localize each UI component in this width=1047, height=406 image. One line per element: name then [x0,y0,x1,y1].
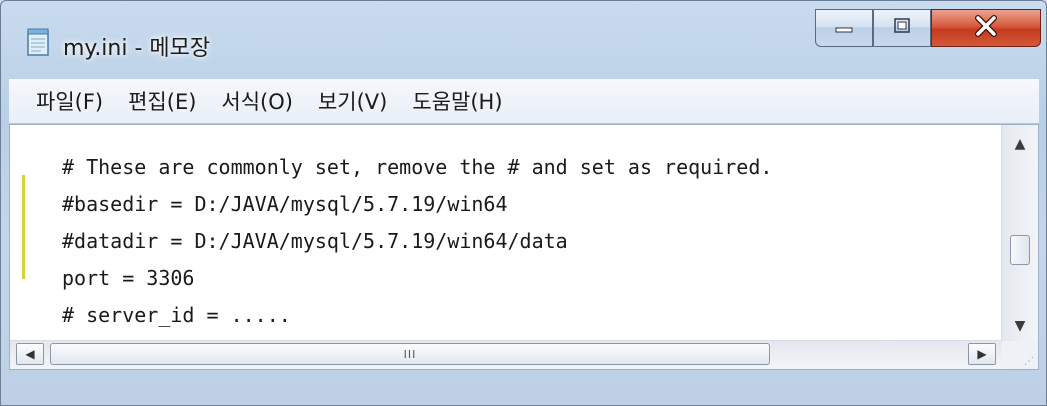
horizontal-scroll-thumb[interactable]: III [50,343,770,365]
text-line: port = 3306 [62,266,195,290]
text-line: #datadir = D:/JAVA/mysql/5.7.19/win64/da… [62,229,568,253]
window-title: my.ini - 메모장 [63,36,211,61]
notepad-window: my.ini - 메모장 파일(F) 편집(E) 서식(O) 보기(V) 도움말… [0,0,1047,406]
menu-bar: 파일(F) 편집(E) 서식(O) 보기(V) 도움말(H) [9,79,1039,124]
minimize-icon [834,19,854,38]
title-bar[interactable]: my.ini - 메모장 [1,1,1046,91]
text-line: # These are commonly set, remove the # a… [62,155,773,179]
menu-help[interactable]: 도움말(H) [411,86,503,116]
menu-edit[interactable]: 편집(E) [127,86,197,116]
scroll-down-icon[interactable]: ▼ [1002,311,1038,341]
caption-buttons [815,9,1041,47]
thumb-grip: III [403,347,417,361]
text-area[interactable]: # These are commonly set, remove the # a… [10,125,1002,345]
scroll-up-icon[interactable]: ▲ [1002,129,1038,159]
notepad-icon[interactable] [26,27,50,57]
maximize-icon [892,17,912,39]
minimize-button[interactable] [815,9,873,47]
horizontal-scrollbar[interactable]: ◀ III ▶ [10,340,1002,369]
close-icon [973,15,999,41]
text-line: # server_id = ..... [62,303,291,327]
close-button[interactable] [931,9,1041,47]
scroll-left-icon[interactable]: ◀ [16,343,44,365]
maximize-button[interactable] [873,9,931,47]
text-line: #basedir = D:/JAVA/mysql/5.7.19/win64 [62,192,508,216]
text-editor[interactable]: # These are commonly set, remove the # a… [9,124,1039,370]
menu-view[interactable]: 보기(V) [317,86,388,116]
vertical-scroll-thumb[interactable] [1010,235,1030,265]
size-grip-icon[interactable]: ⋰ [1002,341,1038,369]
menu-format[interactable]: 서식(O) [220,86,294,116]
menu-file[interactable]: 파일(F) [35,86,104,116]
scroll-right-icon[interactable]: ▶ [968,343,996,365]
vertical-scrollbar[interactable]: ▲ ▼ [1001,125,1038,345]
